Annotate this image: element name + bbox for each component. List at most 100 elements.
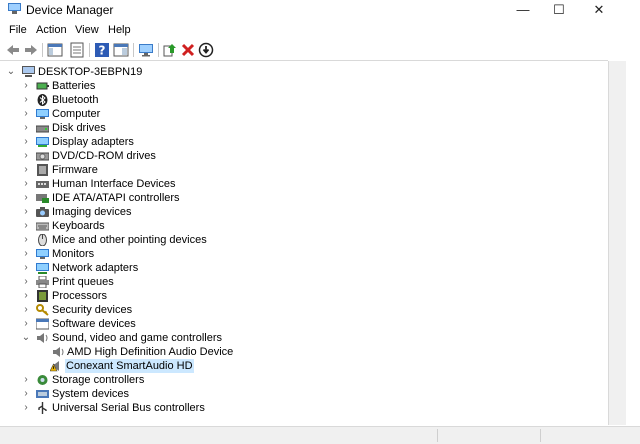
back-icon[interactable] [5,42,21,58]
chevron-right-icon[interactable]: › [21,387,31,401]
tree-item-processors[interactable]: › Processors [0,289,300,303]
tree-item-label: Imaging devices [52,206,132,218]
window-title: Device Manager [26,3,114,17]
status-cell [540,429,601,442]
chevron-right-icon[interactable]: › [21,401,31,415]
tree-item-label: Network adapters [52,262,139,274]
chevron-right-icon[interactable]: › [21,191,31,205]
chevron-right-icon[interactable]: › [21,275,31,289]
chevron-right-icon[interactable]: › [21,177,31,191]
tree-item-display-adapters[interactable]: › Display adapters [0,135,300,149]
chevron-right-icon[interactable]: › [21,93,31,107]
toolbar-separator [89,43,90,57]
close-button[interactable]: ✕ [576,0,622,20]
tree-item-mice[interactable]: › Mice and other pointing devices [0,233,300,247]
tree-item-disk-drives[interactable]: › Disk drives [0,121,300,135]
chevron-right-icon[interactable]: › [21,135,31,149]
chevron-right-icon[interactable]: › [21,303,31,317]
toolbar: ? [0,40,608,61]
menu-action[interactable]: Action [36,24,67,36]
warning-speaker-icon [50,361,59,372]
chevron-right-icon[interactable]: › [21,163,31,177]
tree-item-label: Disk drives [52,122,106,134]
menu-view[interactable]: View [75,24,99,36]
status-bar [0,426,640,444]
toolbar-separator [158,43,159,57]
tree-item-usb-controllers[interactable]: › Universal Serial Bus controllers [0,401,300,415]
tree-item-print-queues[interactable]: › Print queues [0,275,300,289]
chevron-right-icon[interactable]: › [21,149,31,163]
tree-item-ide-ata-atapi-controllers[interactable]: › IDE ATA/ATAPI controllers [0,191,300,205]
chevron-right-icon[interactable]: › [21,121,31,135]
tree-root-label: DESKTOP-3EBPN19 [38,66,143,78]
chevron-right-icon[interactable]: › [21,261,31,275]
tree-root[interactable]: ⌄ DESKTOP-3EBPN19 [4,65,304,79]
keyboard-icon [36,222,49,231]
tree-item-security-devices[interactable]: › Security devices [0,303,300,317]
usb-icon [38,402,47,414]
update-driver-icon[interactable] [162,42,178,58]
tree-item-firmware[interactable]: › Firmware [0,163,300,177]
chevron-right-icon[interactable]: › [21,317,31,331]
tree-item-label: Sound, video and game controllers [52,332,222,344]
chevron-right-icon[interactable]: › [21,233,31,247]
svg-text:?: ? [99,44,106,58]
chevron-down-icon[interactable]: ⌄ [21,331,31,345]
tree-item-label: Storage controllers [52,374,145,386]
mouse-icon [38,234,47,246]
dvd-drive-icon [36,152,49,161]
vertical-scrollbar[interactable] [609,61,626,425]
title-bar: Device Manager — ☐ ✕ [0,0,640,20]
forward-icon[interactable] [23,42,39,58]
tree-item-conexant-smartaudio[interactable]: Conexant SmartAudio HD [0,359,300,373]
tree-item-human-interface-devices[interactable]: › Human Interface Devices [0,177,300,191]
tree-item-storage-controllers[interactable]: › Storage controllers [0,373,300,387]
chevron-right-icon[interactable]: › [21,289,31,303]
tree-item-label: DVD/CD-ROM drives [52,150,156,162]
scan-hardware-icon[interactable] [138,42,154,58]
tree-item-bluetooth[interactable]: › Bluetooth [0,93,300,107]
firmware-icon [37,164,48,176]
storage-controller-icon [37,375,48,385]
tree-item-keyboards[interactable]: › Keyboards [0,219,300,233]
ide-controller-icon [36,194,49,203]
chevron-right-icon[interactable]: › [21,373,31,387]
tree-item-network-adapters[interactable]: › Network adapters [0,261,300,275]
tree-item-system-devices[interactable]: › System devices [0,387,300,401]
chevron-right-icon[interactable]: › [21,219,31,233]
properties-icon[interactable] [69,42,85,58]
tree-item-label: Processors [52,290,108,302]
chevron-right-icon[interactable]: › [21,205,31,219]
device-tree[interactable]: ⌄ DESKTOP-3EBPN19 › Batteries › Bluetoot… [0,61,609,425]
tree-item-label: Human Interface Devices [52,178,176,190]
menu-file[interactable]: File [9,24,27,36]
tree-item-label: Print queues [52,276,114,288]
tree-item-imaging-devices[interactable]: › Imaging devices [0,205,300,219]
menu-help[interactable]: Help [108,24,131,36]
disable-device-icon[interactable] [198,42,214,58]
tree-item-monitors[interactable]: › Monitors [0,247,300,261]
chevron-right-icon[interactable]: › [21,107,31,121]
processor-icon [37,290,48,302]
disk-drive-icon [36,125,49,133]
tree-item-batteries[interactable]: › Batteries [0,79,300,93]
uninstall-device-icon[interactable] [180,42,196,58]
chevron-right-icon[interactable]: › [21,247,31,261]
chevron-right-icon[interactable]: › [21,79,31,93]
device-manager-app-icon [8,3,21,14]
speaker-icon [37,333,48,343]
chevron-down-icon[interactable]: ⌄ [6,65,16,79]
tree-item-software-devices[interactable]: › Software devices [0,317,300,331]
tree-item-dvd-cd-rom-drives[interactable]: › DVD/CD-ROM drives [0,149,300,163]
tree-item-sound-video-game-controllers[interactable]: ⌄ Sound, video and game controllers [0,331,300,345]
action-pane-icon[interactable] [113,42,129,58]
tree-item-label: AMD High Definition Audio Device [67,346,234,358]
tree-item-amd-hd-audio[interactable]: AMD High Definition Audio Device [0,345,300,359]
tree-item-label: Mice and other pointing devices [52,234,207,246]
battery-icon [36,82,49,90]
tree-item-label: System devices [52,388,130,400]
tree-item-label: Universal Serial Bus controllers [52,402,205,414]
tree-item-computer[interactable]: › Computer [0,107,300,121]
show-hide-console-tree-icon[interactable] [47,42,63,58]
help-icon[interactable]: ? [94,42,110,58]
